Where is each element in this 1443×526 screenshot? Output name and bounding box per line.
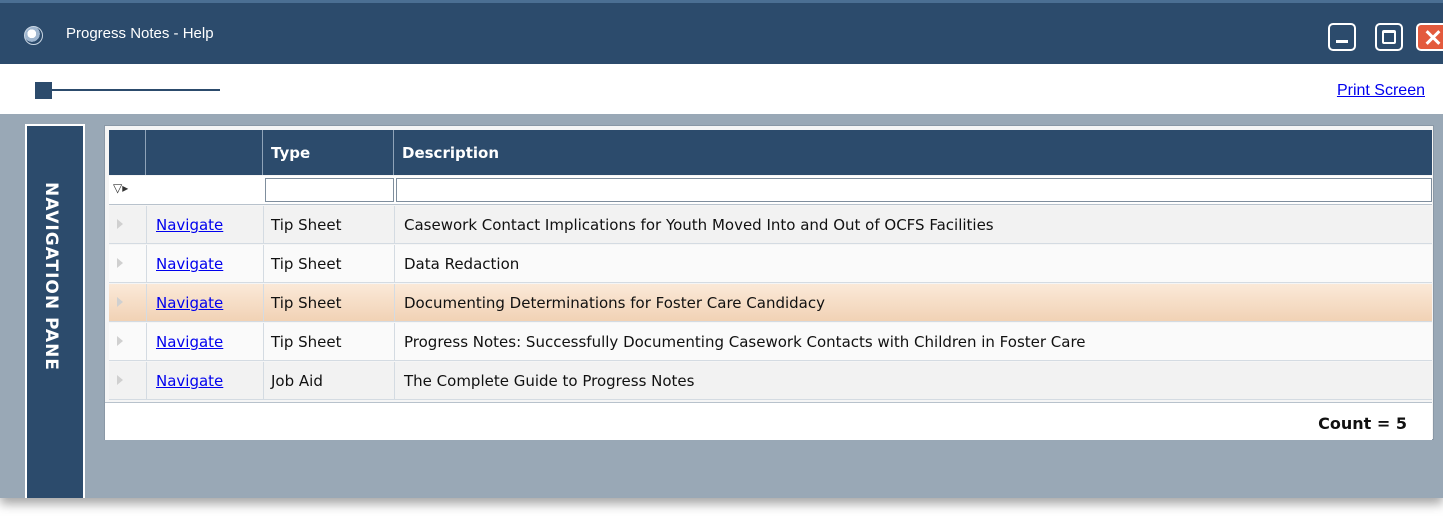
minimize-icon[interactable] (1328, 23, 1356, 51)
row-indicator-icon (109, 323, 147, 360)
row-description: Documenting Determinations for Foster Ca… (404, 294, 825, 312)
table-row-selected[interactable]: Navigate Tip Sheet Documenting Determina… (109, 284, 1432, 322)
app-logo-icon (24, 26, 43, 45)
close-icon[interactable] (1416, 23, 1443, 51)
row-indicator-icon (109, 362, 147, 399)
navigation-pane-label: NAVIGATION PANE (41, 182, 61, 371)
row-indicator-icon (109, 206, 147, 243)
window-title: Progress Notes - Help (66, 25, 214, 42)
column-header-link[interactable] (146, 130, 263, 175)
row-indicator-icon (109, 284, 147, 321)
table-row[interactable]: Navigate Job Aid The Complete Guide to P… (109, 362, 1432, 400)
row-indicator-icon (109, 245, 147, 282)
column-chooser-header[interactable] (109, 130, 239, 282)
filter-icon[interactable]: ▽▸ (113, 181, 128, 195)
row-description: Data Redaction (404, 255, 520, 273)
row-description: The Complete Guide to Progress Notes (404, 372, 695, 390)
title-bar[interactable]: Progress Notes - Help (0, 0, 1443, 64)
description-filter-input[interactable] (396, 178, 1432, 202)
navigate-link[interactable]: Navigate (156, 294, 223, 312)
row-description: Progress Notes: Successfully Documenting… (404, 333, 1086, 351)
row-type: Tip Sheet (271, 294, 342, 312)
navigation-pane[interactable]: NAVIGATION PANE (25, 124, 85, 498)
row-type: Tip Sheet (271, 333, 342, 351)
record-count: Count = 5 (1318, 414, 1407, 433)
row-type: Tip Sheet (271, 216, 342, 234)
table-row[interactable]: Navigate Tip Sheet Casework Contact Impl… (109, 206, 1432, 244)
zoom-slider-track[interactable] (40, 89, 220, 91)
column-header-description[interactable]: Description (394, 130, 1432, 175)
grid-footer: Count = 5 (105, 402, 1432, 440)
row-type: Job Aid (271, 372, 323, 390)
table-row[interactable]: Navigate Tip Sheet Progress Notes: Succe… (109, 323, 1432, 361)
column-header-description-label: Description (402, 144, 500, 162)
type-filter-input[interactable] (265, 178, 394, 202)
table-row[interactable]: Navigate Tip Sheet Data Redaction (109, 245, 1432, 283)
print-screen-link[interactable]: Print Screen (1337, 82, 1425, 100)
row-type: Tip Sheet (271, 255, 342, 273)
maximize-icon[interactable] (1375, 23, 1403, 51)
zoom-slider-handle[interactable] (35, 82, 52, 99)
column-header-type[interactable]: Type (263, 130, 394, 175)
navigate-link[interactable]: Navigate (156, 255, 223, 273)
navigate-link[interactable]: Navigate (156, 372, 223, 390)
column-header-type-label: Type (271, 144, 311, 162)
row-description: Casework Contact Implications for Youth … (404, 216, 994, 234)
navigate-link[interactable]: Navigate (156, 216, 223, 234)
help-window: Progress Notes - Help Print Screen NAVIG… (0, 0, 1443, 498)
navigate-link[interactable]: Navigate (156, 333, 223, 351)
